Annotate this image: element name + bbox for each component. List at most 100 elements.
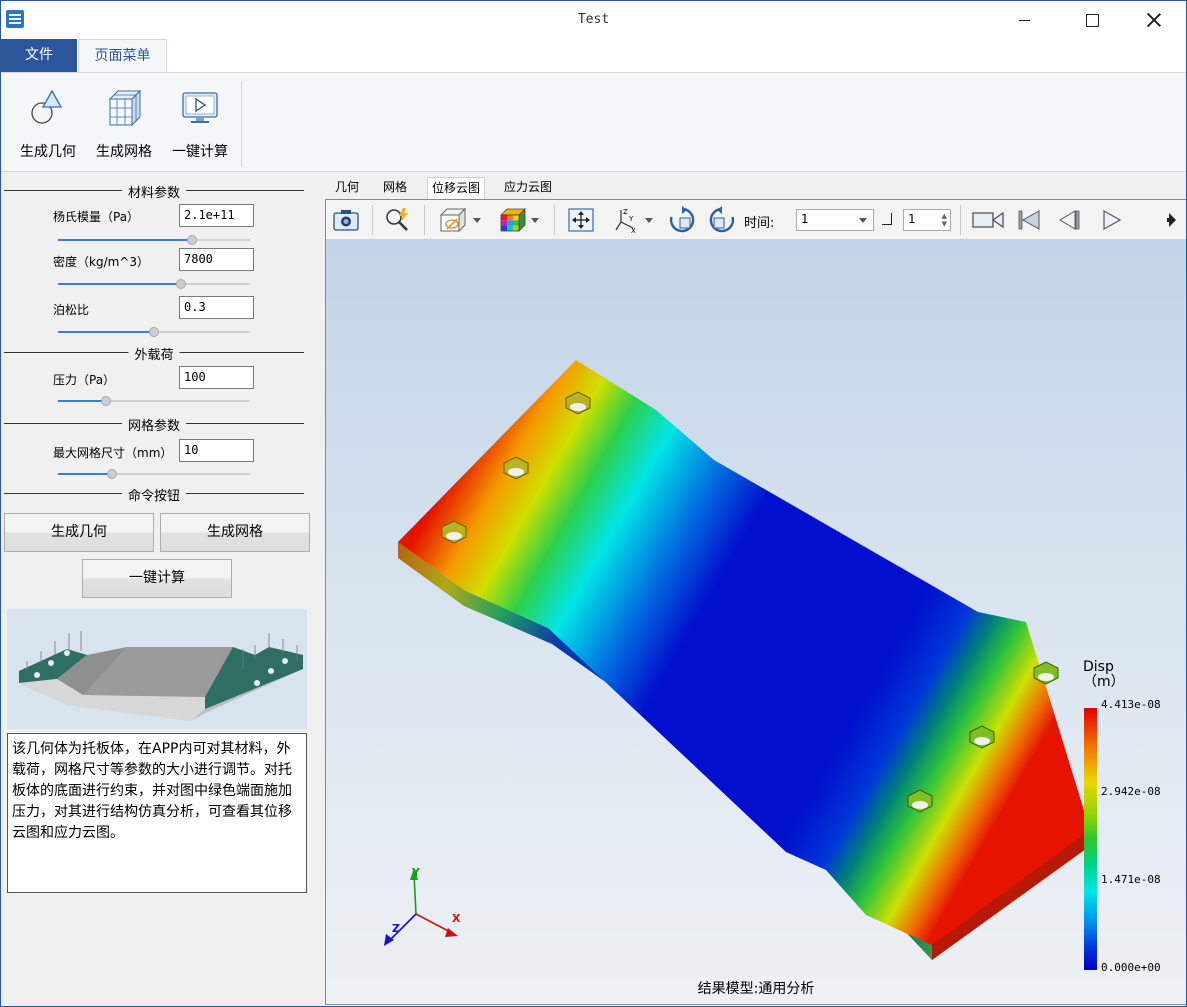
legend-title-quantity: Disp xyxy=(1083,659,1114,675)
rotate-cw-button[interactable] xyxy=(666,206,698,234)
title-bar: Test xyxy=(1,1,1186,39)
mesh-section-title: 网格参数 xyxy=(121,415,187,434)
tab-displacement[interactable]: 位移云图 xyxy=(427,177,486,199)
ribbon-panel: 生成几何 生成网格 一键计算 xyxy=(1,72,1186,172)
ribbon-divider xyxy=(241,81,242,167)
tab-geometry[interactable]: 几何 xyxy=(331,177,363,199)
3d-viewport[interactable]: Y X Z Disp （m） 4.413e-08 2.942e-08 1.471… xyxy=(326,240,1186,1004)
magnifier-lightning-icon xyxy=(386,208,408,231)
pick-query-button[interactable] xyxy=(382,206,414,234)
one-click-compute-button[interactable]: 一键计算 xyxy=(82,559,232,598)
play-button[interactable] xyxy=(1096,206,1126,234)
result-viewer: Z Y X 时间: 1 1 ▲ ▼ Y X Z Disp （m） 4.413e-… xyxy=(325,199,1186,1005)
app-window: Test 文件 页面菜单 生成几何 生成网格 一键计算 材料参数 杨氏模量（Pa… xyxy=(0,0,1187,1007)
close-icon xyxy=(1146,12,1162,28)
generate-mesh-button[interactable]: 生成网格 xyxy=(160,513,310,552)
tab-file[interactable]: 文件 xyxy=(1,39,77,72)
fit-view-button[interactable] xyxy=(564,206,598,234)
chevron-down-icon xyxy=(859,218,867,223)
youngs-modulus-slider[interactable] xyxy=(58,235,250,245)
play-icon xyxy=(1103,209,1122,231)
slider-thumb[interactable] xyxy=(149,327,159,337)
time-select[interactable]: 1 xyxy=(796,209,874,231)
material-section-title: 材料参数 xyxy=(121,182,187,201)
result-model-label: 结果模型:通用分析 xyxy=(697,981,815,997)
ribbon-compute-button[interactable]: 一键计算 xyxy=(167,81,233,161)
generate-geometry-button[interactable]: 生成几何 xyxy=(4,513,154,552)
overflow-chevron-icon xyxy=(1167,213,1176,227)
poisson-ratio-slider[interactable] xyxy=(58,327,250,337)
record-video-button[interactable] xyxy=(970,206,1006,234)
density-label: 密度（kg/m^3） xyxy=(53,255,149,269)
viewer-toolbar: Z Y X 时间: 1 1 ▲ ▼ xyxy=(326,200,1186,240)
youngs-modulus-input[interactable]: 2.1e+11 xyxy=(179,204,254,227)
fit-all-icon xyxy=(568,208,594,232)
color-legend-bar xyxy=(1084,708,1097,970)
mesh-section-header: 网格参数 xyxy=(4,415,304,434)
contour-mode-dropdown[interactable] xyxy=(494,206,544,234)
first-frame-button[interactable] xyxy=(1014,206,1044,234)
tab-stress[interactable]: 应力云图 xyxy=(500,177,556,199)
video-camera-icon xyxy=(972,211,1004,229)
toolbar-overflow-button[interactable] xyxy=(1164,206,1180,234)
pressure-input[interactable]: 100 xyxy=(179,366,254,389)
geometry-preview-image xyxy=(7,609,307,729)
svg-text:Z: Z xyxy=(623,208,628,216)
slider-thumb[interactable] xyxy=(175,279,186,289)
ribbon-mesh-label: 生成网格 xyxy=(96,144,152,160)
slider-thumb[interactable] xyxy=(187,235,198,245)
load-section-title: 外载荷 xyxy=(128,344,180,363)
material-section-header: 材料参数 xyxy=(4,182,304,201)
display-mode-dropdown[interactable] xyxy=(434,206,484,234)
max-mesh-size-slider[interactable] xyxy=(58,469,250,479)
rotate-counterclockwise-icon xyxy=(709,206,735,233)
ribbon-generate-geometry-button[interactable]: 生成几何 xyxy=(15,81,81,161)
color-grid-cube-icon xyxy=(500,208,526,232)
transparent-cube-icon xyxy=(439,207,467,233)
step-back-icon xyxy=(1059,210,1080,230)
pressure-label: 压力（Pa） xyxy=(53,373,116,387)
ribbon-generate-mesh-button[interactable]: 生成网格 xyxy=(91,81,157,161)
max-mesh-size-input[interactable]: 10 xyxy=(179,439,254,462)
density-input[interactable]: 7800 xyxy=(179,248,254,271)
time-label: 时间: xyxy=(744,216,775,231)
skip-to-start-icon xyxy=(1018,210,1040,230)
displacement-contour-model xyxy=(384,360,1090,960)
time-select-value: 1 xyxy=(801,212,809,226)
axis-x-label: X xyxy=(452,912,461,925)
rotate-ccw-button[interactable] xyxy=(706,206,738,234)
camera-icon xyxy=(333,210,359,231)
spin-arrows-icon[interactable]: ▲ ▼ xyxy=(942,212,947,228)
previous-frame-button[interactable] xyxy=(1054,206,1084,234)
poisson-ratio-label: 泊松比 xyxy=(53,303,90,317)
legend-value-min: 0.000e+00 xyxy=(1101,961,1161,974)
ribbon-tabs: 文件 页面菜单 xyxy=(1,39,1186,72)
ribbon-geometry-label: 生成几何 xyxy=(20,144,76,160)
poisson-ratio-input[interactable]: 0.3 xyxy=(179,296,254,319)
chevron-down-icon xyxy=(473,217,481,223)
tab-page-menu[interactable]: 页面菜单 xyxy=(78,39,167,72)
step-spinbox-value: 1 xyxy=(908,212,916,226)
density-slider[interactable] xyxy=(58,279,250,289)
maximize-button[interactable] xyxy=(1069,1,1115,39)
axis-y-label: Y xyxy=(412,866,420,879)
commands-section-title: 命令按钮 xyxy=(121,485,187,504)
screenshot-button[interactable] xyxy=(330,206,362,234)
view-orientation-dropdown[interactable]: Z Y X xyxy=(608,206,658,234)
ribbon-compute-label: 一键计算 xyxy=(172,144,228,160)
close-button[interactable] xyxy=(1131,1,1177,39)
chevron-down-icon xyxy=(645,217,653,223)
xyz-axes-icon: Z Y X xyxy=(615,208,636,234)
slider-thumb[interactable] xyxy=(106,469,117,479)
slider-thumb[interactable] xyxy=(101,396,111,406)
tab-mesh[interactable]: 网格 xyxy=(379,177,411,199)
svg-text:Y: Y xyxy=(628,215,634,223)
legend-value-max: 4.413e-08 xyxy=(1101,698,1161,711)
legend-title: Disp （m） xyxy=(1083,660,1125,690)
rotate-clockwise-icon xyxy=(669,206,695,233)
minimize-button[interactable] xyxy=(1001,1,1047,39)
pressure-slider[interactable] xyxy=(58,396,250,406)
svg-text:X: X xyxy=(631,227,636,234)
step-spinbox[interactable]: 1 ▲ ▼ xyxy=(903,209,951,231)
legend-title-unit: （m） xyxy=(1083,674,1125,690)
